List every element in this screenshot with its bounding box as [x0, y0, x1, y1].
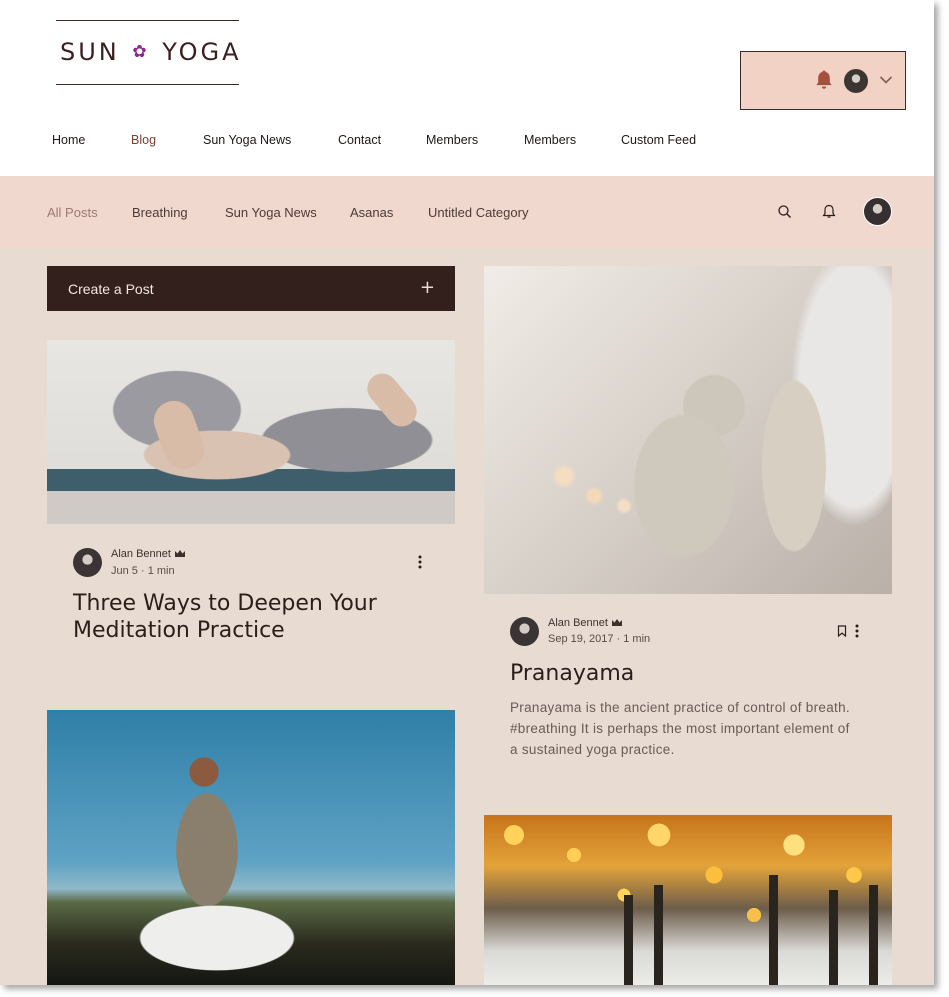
category-untitled[interactable]: Untitled Category	[428, 205, 528, 220]
plus-icon: +	[419, 277, 435, 298]
post-date: Jun 5	[111, 565, 138, 577]
image-detail	[654, 885, 663, 985]
nav-item-blog[interactable]: Blog	[131, 133, 156, 147]
logo-text: SUN ✿ YOGA	[60, 38, 242, 66]
crown-icon	[174, 550, 185, 557]
category-all-posts[interactable]: All Posts	[47, 205, 98, 220]
image-detail	[869, 885, 878, 985]
main-nav: Home Blog Sun Yoga News Contact Members …	[0, 133, 934, 153]
category-breathing[interactable]: Breathing	[132, 205, 188, 220]
bell-icon[interactable]	[820, 203, 838, 221]
create-post-label: Create a Post	[68, 281, 154, 297]
nav-item-custom-feed[interactable]: Custom Feed	[621, 133, 696, 147]
author-avatar[interactable]	[510, 617, 539, 646]
post-title[interactable]: Pranayama	[510, 660, 634, 687]
logo-text-left: SUN	[60, 38, 120, 66]
author-avatar[interactable]	[73, 548, 102, 577]
more-options-icon[interactable]	[854, 624, 860, 638]
meta-separator: ·	[140, 565, 145, 577]
post-cover-image[interactable]	[484, 815, 892, 985]
notification-bell-icon[interactable]	[815, 69, 833, 91]
nav-item-members-2[interactable]: Members	[524, 133, 576, 147]
nav-item-home[interactable]: Home	[52, 133, 85, 147]
post-cover-image[interactable]	[47, 340, 455, 524]
image-detail	[148, 395, 210, 475]
nav-item-members[interactable]: Members	[426, 133, 478, 147]
page: SUN ✿ YOGA Home Blog Sun Yoga News Conta…	[0, 0, 934, 985]
read-time: 1 min	[147, 565, 175, 577]
author-name[interactable]: Alan Bennet	[548, 617, 623, 629]
avatar[interactable]	[863, 197, 892, 226]
post-cover-image[interactable]	[484, 266, 892, 594]
post-excerpt: Pranayama is the ancient practice of con…	[510, 700, 850, 757]
author-name-text: Alan Bennet	[111, 548, 171, 560]
image-detail	[361, 367, 423, 433]
crown-icon	[611, 619, 622, 626]
category-bar: All Posts Breathing Sun Yoga News Asanas…	[0, 176, 934, 248]
category-asanas[interactable]: Asanas	[350, 205, 393, 220]
read-time: 1 min	[623, 633, 651, 645]
image-detail	[624, 895, 633, 985]
category-sun-yoga-news[interactable]: Sun Yoga News	[225, 205, 317, 220]
member-avatar[interactable]	[844, 69, 868, 93]
post-title[interactable]: Three Ways to Deepen Your Meditation Pra…	[73, 590, 413, 644]
more-options-icon[interactable]	[417, 555, 423, 569]
author-name-text: Alan Bennet	[548, 617, 608, 629]
nav-item-sun-yoga-news[interactable]: Sun Yoga News	[203, 133, 291, 147]
post-meta: Sep 19, 2017 · 1 min	[548, 633, 650, 645]
chevron-down-icon[interactable]	[879, 75, 893, 85]
create-post-button[interactable]: Create a Post +	[47, 266, 455, 311]
author-name[interactable]: Alan Bennet	[111, 548, 186, 560]
flower-icon: ✿	[132, 42, 150, 62]
bookmark-icon[interactable]	[837, 625, 847, 637]
post-cover-image[interactable]	[47, 710, 455, 985]
nav-item-contact[interactable]: Contact	[338, 133, 381, 147]
image-detail	[829, 890, 838, 985]
search-icon[interactable]	[776, 203, 794, 221]
member-area	[740, 51, 906, 110]
image-detail	[769, 875, 778, 985]
logo-text-right: YOGA	[162, 38, 242, 66]
post-date: Sep 19, 2017	[548, 633, 614, 645]
post-meta: Jun 5 · 1 min	[111, 565, 175, 577]
site-logo[interactable]: SUN ✿ YOGA	[56, 20, 239, 85]
meta-separator: ·	[616, 633, 621, 645]
site-header: SUN ✿ YOGA Home Blog Sun Yoga News Conta…	[0, 0, 934, 176]
